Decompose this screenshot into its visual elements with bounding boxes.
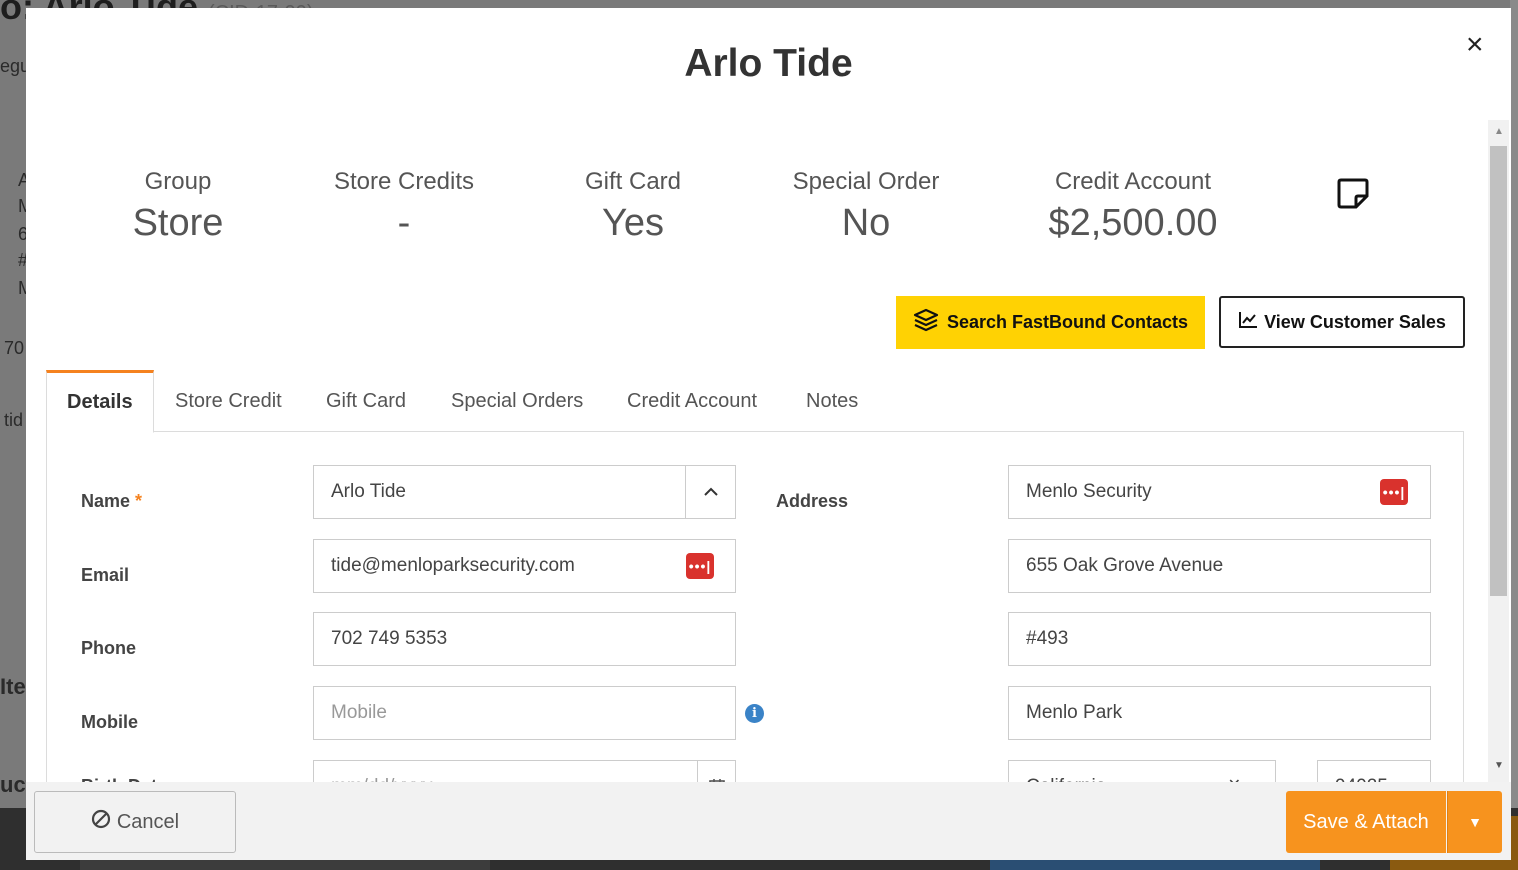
tab-notes[interactable]: Notes: [806, 370, 858, 432]
modal-footer: Cancel Save & Attach ▼: [26, 782, 1511, 860]
stat-credit-account: Credit Account $2,500.00: [1003, 168, 1263, 245]
address-label: Address: [776, 491, 849, 511]
address-line3-field[interactable]: #493: [1008, 612, 1431, 666]
name-value: Arlo Tide: [331, 481, 406, 502]
phone-label: Phone: [81, 638, 137, 658]
phone-value: 702 749 5353: [331, 628, 448, 649]
tab-special-orders[interactable]: Special Orders: [451, 370, 583, 432]
search-fastbound-label: Search FastBound Contacts: [946, 312, 1189, 332]
background-text: Ite: [0, 674, 26, 699]
email-value: tide@menloparksecurity.com: [331, 555, 575, 576]
required-mark: *: [135, 491, 143, 511]
cancel-button[interactable]: Cancel: [34, 791, 236, 853]
search-fastbound-button[interactable]: Search FastBound Contacts: [896, 296, 1205, 349]
email-label: Email: [81, 565, 130, 585]
customer-modal: × Arlo Tide ▲ ▼ Group Store Store Credit…: [26, 8, 1511, 860]
layers-icon: [913, 308, 939, 337]
stat-value: No: [841, 202, 891, 244]
collapse-button[interactable]: [685, 466, 735, 518]
customer-tabs: Details Store Credit Gift Card Special O…: [46, 370, 1464, 433]
tab-store-credit[interactable]: Store Credit: [175, 370, 282, 432]
stat-value: $2,500.00: [1048, 202, 1218, 244]
stat-label: Gift Card: [584, 168, 682, 195]
address-line2-field[interactable]: 655 Oak Grove Avenue: [1008, 539, 1431, 593]
stat-special-order: Special Order No: [736, 168, 996, 245]
tab-details[interactable]: Details: [46, 370, 154, 433]
name-label: Name *: [81, 491, 143, 511]
background-right-edge: [1510, 0, 1518, 870]
stat-gift-card: Gift Card Yes: [503, 168, 763, 245]
view-customer-sales-label: View Customer Sales: [1264, 311, 1446, 332]
stat-value: Yes: [602, 202, 664, 244]
line-chart-icon: [1238, 311, 1258, 334]
tab-gift-card[interactable]: Gift Card: [326, 370, 406, 432]
background-text: tid: [4, 410, 24, 430]
scroll-down-icon[interactable]: ▼: [1494, 760, 1504, 771]
background-text: 70: [4, 338, 25, 358]
cancel-label: Cancel: [116, 810, 180, 833]
save-attach-button[interactable]: Save & Attach: [1286, 791, 1446, 853]
details-panel: Name * Arlo Tide Email tide@menloparksec…: [46, 432, 1464, 832]
caret-down-icon[interactable]: ▼: [1447, 791, 1502, 853]
mobile-label: Mobile: [81, 712, 138, 732]
address-line1-field[interactable]: Menlo Security •••|: [1008, 465, 1431, 519]
stat-value: Store: [132, 202, 224, 244]
stat-store-credits: Store Credits -: [274, 168, 534, 245]
city-value: Menlo Park: [1026, 702, 1123, 723]
address-line1-value: Menlo Security: [1026, 481, 1152, 502]
info-icon[interactable]: i: [745, 704, 764, 723]
address-line3-value: #493: [1026, 628, 1069, 649]
city-field[interactable]: Menlo Park: [1008, 686, 1431, 740]
password-manager-icon[interactable]: •••|: [686, 553, 714, 579]
ban-icon: [91, 809, 111, 835]
sticky-note-icon[interactable]: [1336, 176, 1370, 215]
view-customer-sales-button[interactable]: View Customer Sales: [1219, 296, 1465, 348]
email-field[interactable]: tide@menloparksecurity.com •••|: [313, 539, 736, 593]
customer-summary: Group Store Store Credits - Gift Card Ye…: [26, 168, 1486, 278]
mobile-field[interactable]: Mobile: [313, 686, 736, 740]
stat-group: Group Store: [48, 168, 308, 245]
chevron-up-icon: [703, 487, 718, 496]
mobile-placeholder: Mobile: [331, 702, 387, 723]
scrollbar-thumb[interactable]: [1490, 146, 1507, 596]
password-manager-icon[interactable]: •••|: [1380, 479, 1408, 505]
modal-title: Arlo Tide: [684, 42, 853, 85]
stat-value: -: [397, 202, 411, 244]
scroll-up-icon[interactable]: ▲: [1494, 126, 1504, 137]
tab-credit-account[interactable]: Credit Account: [627, 370, 757, 432]
stat-label: Credit Account: [1054, 168, 1212, 195]
stat-label: Special Order: [792, 168, 940, 195]
name-field[interactable]: Arlo Tide: [313, 465, 736, 519]
phone-field[interactable]: 702 749 5353: [313, 612, 736, 666]
stat-label: Store Credits: [333, 168, 475, 195]
modal-scrollbar[interactable]: ▲ ▼: [1488, 120, 1509, 782]
stat-label: Group: [144, 168, 212, 195]
address-line2-value: 655 Oak Grove Avenue: [1026, 555, 1224, 576]
